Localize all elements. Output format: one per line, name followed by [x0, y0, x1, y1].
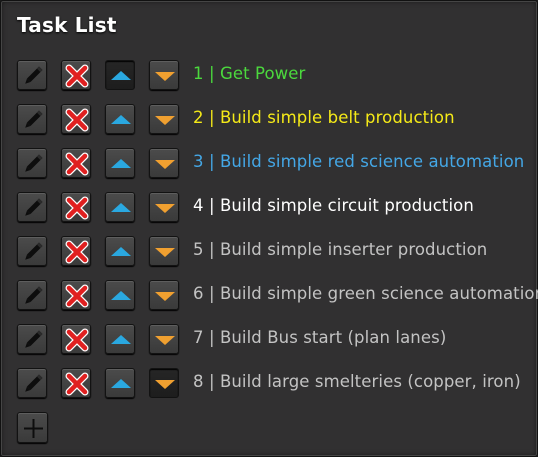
- red-x-icon: [65, 152, 89, 176]
- blue-up-triangle-icon: [111, 247, 131, 256]
- delete-button[interactable]: [61, 148, 91, 178]
- pencil-icon: [25, 198, 43, 216]
- pencil-icon: [25, 154, 43, 172]
- move-down-button[interactable]: [149, 148, 179, 178]
- edit-button[interactable]: [17, 104, 47, 134]
- orange-down-triangle-icon: [155, 72, 175, 81]
- blue-up-triangle-icon: [111, 115, 131, 124]
- move-up-button[interactable]: [105, 192, 135, 222]
- orange-down-triangle-icon: [155, 116, 175, 125]
- move-down-button[interactable]: [149, 324, 179, 354]
- pencil-icon: [25, 66, 43, 84]
- move-up-button[interactable]: [105, 104, 135, 134]
- edit-button[interactable]: [17, 148, 47, 178]
- task-label[interactable]: 5 | Build simple inserter production: [193, 240, 487, 259]
- red-x-icon: [65, 240, 89, 264]
- edit-button[interactable]: [17, 60, 47, 90]
- task-row: 8 | Build large smelteries (copper, iron…: [17, 368, 537, 398]
- edit-button[interactable]: [17, 280, 47, 310]
- task-row: 6 | Build simple green science automatio…: [17, 280, 538, 310]
- task-row: 3 | Build simple red science automation: [17, 148, 537, 178]
- edit-button[interactable]: [17, 324, 47, 354]
- task-row: 5 | Build simple inserter production: [17, 236, 537, 266]
- task-row: 7 | Build Bus start (plan lanes): [17, 324, 537, 354]
- task-label[interactable]: 8 | Build large smelteries (copper, iron…: [193, 372, 521, 391]
- orange-down-triangle-icon: [155, 336, 175, 345]
- pencil-icon: [25, 242, 43, 260]
- task-label[interactable]: 6 | Build simple green science automatio…: [193, 284, 538, 303]
- orange-down-triangle-icon: [155, 248, 175, 257]
- plus-icon: [24, 419, 43, 438]
- pencil-icon: [25, 330, 43, 348]
- move-up-button[interactable]: [105, 324, 135, 354]
- red-x-icon: [65, 108, 89, 132]
- task-row: 2 | Build simple belt production: [17, 104, 537, 134]
- task-row: 4 | Build simple circuit production: [17, 192, 537, 222]
- edit-button[interactable]: [17, 368, 47, 398]
- pencil-icon: [25, 110, 43, 128]
- move-down-button[interactable]: [149, 368, 179, 398]
- move-down-button[interactable]: [149, 104, 179, 134]
- move-up-button[interactable]: [105, 148, 135, 178]
- move-down-button[interactable]: [149, 192, 179, 222]
- orange-down-triangle-icon: [155, 204, 175, 213]
- red-x-icon: [65, 372, 89, 396]
- blue-up-triangle-icon: [111, 335, 131, 344]
- red-x-icon: [65, 196, 89, 220]
- delete-button[interactable]: [61, 192, 91, 222]
- blue-up-triangle-icon: [111, 71, 131, 80]
- orange-down-triangle-icon: [155, 292, 175, 301]
- pencil-icon: [25, 286, 43, 304]
- blue-up-triangle-icon: [111, 159, 131, 168]
- red-x-icon: [65, 328, 89, 352]
- task-label[interactable]: 1 | Get Power: [193, 64, 305, 83]
- move-down-button[interactable]: [149, 236, 179, 266]
- task-list-window: Task List 1 | Get Power 2 | Build simple…: [0, 0, 538, 457]
- add-task-button[interactable]: [17, 412, 48, 443]
- delete-button[interactable]: [61, 60, 91, 90]
- move-up-button[interactable]: [105, 236, 135, 266]
- delete-button[interactable]: [61, 280, 91, 310]
- blue-up-triangle-icon: [111, 291, 131, 300]
- delete-button[interactable]: [61, 324, 91, 354]
- blue-up-triangle-icon: [111, 379, 131, 388]
- move-up-button[interactable]: [105, 60, 135, 90]
- task-label[interactable]: 7 | Build Bus start (plan lanes): [193, 328, 446, 347]
- red-x-icon: [65, 284, 89, 308]
- delete-button[interactable]: [61, 104, 91, 134]
- move-down-button[interactable]: [149, 60, 179, 90]
- move-up-button[interactable]: [105, 368, 135, 398]
- red-x-icon: [65, 64, 89, 88]
- task-row: 1 | Get Power: [17, 60, 537, 90]
- task-label[interactable]: 4 | Build simple circuit production: [193, 196, 474, 215]
- edit-button[interactable]: [17, 236, 47, 266]
- edit-button[interactable]: [17, 192, 47, 222]
- blue-up-triangle-icon: [111, 203, 131, 212]
- move-up-button[interactable]: [105, 280, 135, 310]
- pencil-icon: [25, 374, 43, 392]
- orange-down-triangle-icon: [155, 160, 175, 169]
- delete-button[interactable]: [61, 368, 91, 398]
- task-label[interactable]: 2 | Build simple belt production: [193, 108, 455, 127]
- move-down-button[interactable]: [149, 280, 179, 310]
- delete-button[interactable]: [61, 236, 91, 266]
- task-label[interactable]: 3 | Build simple red science automation: [193, 152, 524, 171]
- window-title: Task List: [17, 13, 117, 37]
- orange-down-triangle-icon: [155, 380, 175, 389]
